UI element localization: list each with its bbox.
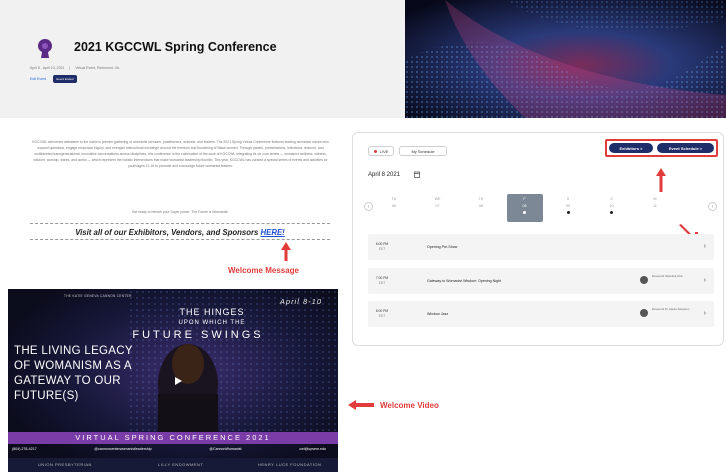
day-number: 06	[392, 204, 396, 208]
session-time-value: 6:00 PM	[375, 242, 389, 246]
day-of-week: WE	[434, 197, 441, 201]
video-phone: (804) 278-4217	[12, 447, 37, 451]
day-number: 09	[566, 204, 570, 208]
chevron-right-icon[interactable]: ›	[704, 310, 706, 317]
day-of-week: TU	[391, 197, 397, 201]
exhibitors-button[interactable]: Exhibitors >	[609, 143, 653, 153]
my-schedule-button[interactable]: My Schedule	[399, 146, 447, 156]
welcome-message-annotation: Welcome Message	[228, 266, 299, 275]
video-headline: THE HINGES UPON WHICH THE	[112, 307, 312, 329]
session-speaker: Reverend Dr. Alexia Sampson	[652, 307, 690, 311]
day-number: 08	[479, 204, 483, 208]
video-header-text: THE KATIE GENEVA CANNON CENTER	[64, 294, 132, 298]
video-headline-line-3: FUTURE SWINGS	[132, 329, 264, 341]
video-contacts: (804) 278-4217 @cannoncenterwomanistlead…	[12, 447, 338, 451]
prev-week-button[interactable]: ‹	[364, 202, 373, 211]
video-headline-line-2: UPON WHICH THE	[178, 320, 246, 326]
event-location: Virtual Event, Richmond, VA	[75, 66, 120, 70]
arrow-up-annotation-icon	[281, 242, 291, 261]
chevron-right-icon[interactable]: ›	[704, 243, 706, 250]
next-week-button[interactable]: ›	[708, 202, 717, 211]
event-header: 2021 KGCCWL Spring Conference April 8 - …	[0, 0, 726, 118]
session-row[interactable]: 7:00 PM EDT Gateway to Womanist Wisdom: Op…	[368, 268, 714, 294]
day-tab[interactable]: WE 07	[420, 194, 456, 222]
session-time: 6:00 PM EDT	[368, 234, 396, 260]
session-name: Gateway to Womanist Wisdom: Opening Nigh…	[427, 279, 502, 283]
day-tab[interactable]: TH 08	[463, 194, 499, 222]
live-dot-icon	[373, 149, 377, 153]
visit-sponsors-text: Visit all of our Exhibitors, Vendors, an…	[75, 228, 261, 237]
session-time: 7:00 PM EDT	[368, 268, 396, 294]
welcome-paragraph: KGCCWL welcomes attendees to the nation'…	[32, 140, 329, 168]
hero-artwork	[405, 0, 726, 118]
day-of-week: S	[610, 197, 613, 201]
day-number: 07	[435, 204, 440, 208]
day-tab[interactable]: S 09	[550, 194, 586, 222]
session-timezone: EDT	[378, 281, 386, 285]
speaker-avatar	[640, 276, 648, 284]
arrow-left-annotation-icon	[348, 400, 374, 410]
day-of-week: TH	[478, 197, 484, 201]
video-facebook: @cannoncenterwomanistleadership	[94, 447, 152, 451]
day-tab[interactable]: S 10	[594, 194, 630, 222]
day-of-week: M	[653, 197, 657, 201]
welcome-video-annotation: Welcome Video	[380, 401, 439, 410]
day-number: 10	[609, 204, 614, 208]
welcome-video-player[interactable]: THE KATIE GENEVA CANNON CENTER April 8-1…	[8, 289, 338, 472]
kgccwl-logo	[38, 39, 52, 58]
session-timezone: EDT	[378, 247, 386, 251]
day-of-week: F	[523, 197, 526, 201]
video-social: @CannonWomanist	[209, 447, 242, 451]
live-label: LIVE	[379, 148, 389, 154]
video-date: April 8-10	[279, 297, 322, 306]
sponsors-here-link[interactable]: HERE!	[261, 228, 285, 237]
chevron-right-icon[interactable]: ›	[704, 277, 706, 284]
video-email: cwl@upsem.edu	[299, 447, 326, 451]
session-time-value: 7:00 PM	[375, 276, 389, 280]
session-row[interactable]: 6:00 PM EDT Opening Pre-Show ›	[368, 234, 714, 260]
event-date-range: April 8 - April 10, 2021	[30, 66, 65, 70]
arrow-up-annotation-icon	[656, 168, 666, 192]
day-number: 08	[522, 204, 527, 208]
session-name: Opening Pre-Show	[427, 245, 458, 249]
day-tab[interactable]: TU 06	[376, 194, 412, 222]
video-sponsor-1: UNION PRESBYTERIAN	[38, 462, 92, 467]
speaker-avatar	[640, 309, 648, 317]
welcome-tagline: Get ready to refresh your Super power. T…	[131, 210, 229, 214]
edit-event-link[interactable]: Edit Event	[30, 77, 46, 81]
play-icon[interactable]	[173, 376, 183, 386]
video-headline-line-1: THE HINGES	[179, 307, 245, 317]
divider-top	[30, 223, 330, 224]
day-of-week: S	[566, 197, 570, 201]
event-schedule-button[interactable]: Event Schedule >	[657, 143, 714, 153]
event-title: 2021 KGCCWL Spring Conference	[74, 40, 277, 54]
day-tab[interactable]: M 11	[637, 194, 673, 222]
has-events-dot-icon	[566, 211, 570, 214]
has-events-dot-icon	[523, 211, 526, 214]
session-speaker: Reverend Valentina Ulric	[652, 274, 683, 278]
video-sponsor-2: LILLY ENDOWMENT	[158, 462, 204, 467]
day-tab[interactable]: F 08	[506, 194, 543, 222]
current-date-heading: April 8 2021	[368, 172, 401, 178]
session-timezone: EDT	[378, 314, 386, 318]
day-number: 11	[653, 204, 657, 208]
status-badge: Event Ended	[53, 75, 77, 83]
video-conference-title: VIRTUAL SPRING CONFERENCE 2021	[75, 433, 271, 442]
live-filter-button[interactable]: LIVE	[368, 146, 394, 156]
session-time: 8:00 PM EDT	[368, 301, 396, 327]
video-body-text: THE LIVING LEGACY OF WOMANISM AS A GATEW…	[14, 345, 133, 402]
meta-separator: |	[69, 66, 71, 70]
event-meta: April 8 - April 10, 2021 | Virtual Event…	[30, 66, 119, 70]
visit-sponsors-line: Visit all of our Exhibitors, Vendors, an…	[30, 228, 330, 237]
video-sponsor-3: HENRY LUCE FOUNDATION	[258, 462, 322, 467]
calendar-icon[interactable]	[414, 171, 420, 178]
hero-banner-image	[405, 0, 726, 118]
has-events-dot-icon	[610, 211, 613, 214]
session-time-value: 8:00 PM	[375, 309, 389, 313]
event-page: 2021 KGCCWL Spring Conference April 8 - …	[0, 0, 726, 472]
session-name: Window Jazz	[427, 312, 449, 316]
session-row[interactable]: 8:00 PM EDT Window Jazz Reverend Dr. Alexia…	[368, 301, 714, 327]
